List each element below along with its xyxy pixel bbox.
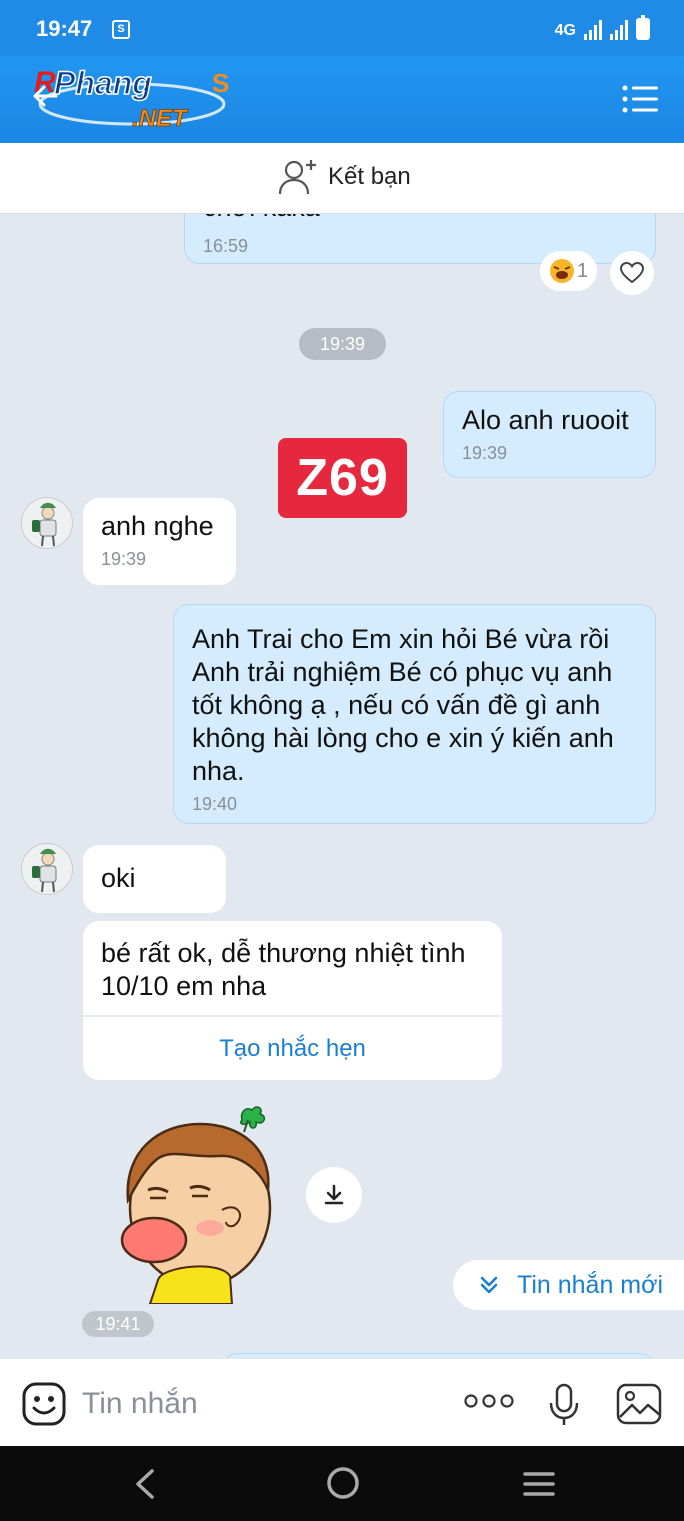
create-reminder-button[interactable]: Tạo nhắc hẹn (83, 1017, 502, 1080)
contact-avatar[interactable] (21, 497, 73, 549)
card-text: bé rất ok, dễ thương nhiệt tình 10/10 em… (101, 938, 466, 1001)
logo-suffix: S (212, 68, 229, 98)
message-time: 19:39 (462, 443, 508, 463)
message-text: Anh Trai cho Em xin hỏi Bé vừa rồi Anh t… (192, 624, 614, 786)
message-input[interactable]: Tin nhắn (82, 1387, 198, 1421)
message-time: 19:39 (101, 549, 147, 569)
download-icon (324, 1184, 344, 1205)
message-text: chơi kaka (203, 214, 320, 224)
status-indicators: 4G (554, 15, 650, 40)
app-header: R Phang S .NET (0, 56, 684, 143)
system-nav-bar (0, 1446, 684, 1521)
image-gallery-icon[interactable] (616, 1383, 662, 1425)
logo-text-bottom: .NET (132, 105, 189, 132)
logo-text-top: Phang (54, 65, 152, 101)
new-messages-button[interactable]: Tin nhắn mới (453, 1260, 684, 1310)
nav-back-icon[interactable] (132, 1468, 158, 1500)
like-button[interactable] (610, 251, 654, 295)
microphone-icon[interactable] (548, 1383, 580, 1427)
message-time: 19:40 (192, 794, 238, 814)
status-bar: 19:47 S 4G (0, 0, 684, 56)
avatar-image (32, 848, 57, 893)
message-text: anh nghe (101, 511, 214, 541)
double-chevron-down-icon (480, 1276, 498, 1294)
shopping-bag-icon: S (112, 20, 130, 39)
more-options-icon[interactable] (464, 1393, 514, 1409)
reaction-count: 1 (576, 259, 589, 282)
contact-avatar[interactable] (21, 843, 73, 895)
network-type: 4G (554, 22, 576, 39)
sticker-image[interactable] (110, 1090, 285, 1304)
heart-icon (620, 262, 644, 284)
download-button[interactable] (306, 1167, 362, 1223)
chat-area[interactable]: chơi kaka 16:59 1 19:39 Alo anh ruooit 1… (0, 214, 684, 1358)
message-bubble-received[interactable]: anh nghe 19:39 (83, 498, 236, 585)
reaction-badge[interactable]: 1 (540, 251, 597, 291)
avatar-image (32, 502, 57, 547)
laugh-emoji-icon (549, 259, 574, 283)
new-messages-label: Tin nhắn mới (517, 1270, 664, 1299)
watermark-badge: Z69 (278, 438, 407, 518)
nav-home-icon[interactable] (326, 1466, 360, 1500)
add-friend-bar[interactable]: Kết bạn (0, 143, 684, 214)
add-friend-icon (278, 160, 316, 195)
message-bubble-sent[interactable]: Anh Trai cho Em xin hỏi Bé vừa rồi Anh t… (173, 604, 656, 824)
site-logo: R Phang S .NET (34, 64, 229, 132)
sticker-time: 19:41 (82, 1311, 154, 1337)
add-friend-button[interactable]: Kết bạn (278, 158, 411, 196)
message-text: oki (101, 863, 136, 893)
nav-recents-icon[interactable] (523, 1471, 555, 1497)
message-time: 16:59 (203, 236, 249, 256)
message-bubble-received[interactable]: oki (83, 845, 226, 913)
emoji-icon[interactable] (22, 1382, 66, 1426)
signal-icon (584, 20, 602, 40)
add-friend-label: Kết bạn (328, 163, 411, 190)
menu-list-icon[interactable] (622, 84, 658, 114)
message-card[interactable]: bé rất ok, dễ thương nhiệt tình 10/10 em… (83, 921, 502, 1080)
back-arrow-icon[interactable] (30, 81, 60, 111)
message-text: Alo anh ruooit (462, 405, 629, 435)
status-time: 19:47 (36, 16, 93, 41)
time-divider: 19:39 (299, 328, 386, 360)
battery-icon (636, 15, 650, 40)
message-composer: Tin nhắn (0, 1358, 684, 1446)
signal-icon-2 (610, 20, 628, 40)
message-bubble-sent[interactable]: Alo anh ruooit 19:39 (443, 391, 656, 478)
